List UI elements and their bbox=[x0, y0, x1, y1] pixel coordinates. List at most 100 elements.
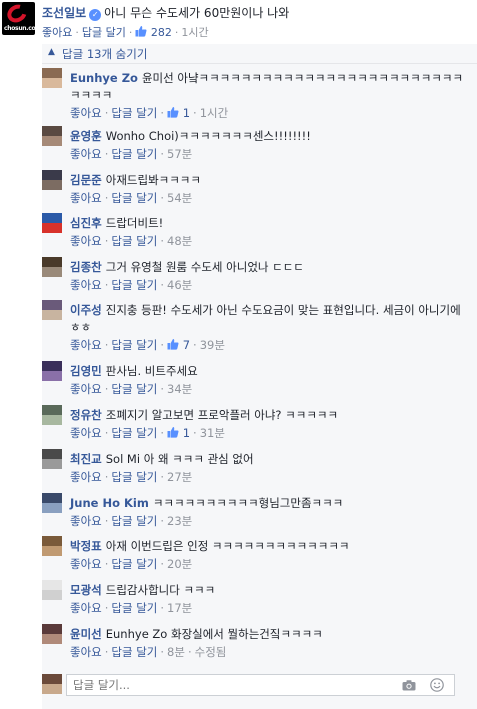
thumbs-up-icon bbox=[167, 339, 179, 350]
avatar[interactable] bbox=[42, 300, 62, 320]
comment-like-button[interactable]: 좋아요 bbox=[70, 338, 102, 352]
hide-replies-row[interactable]: ▲ 답글 13개 숨기기 bbox=[42, 44, 477, 64]
comment-time[interactable]: 23분 bbox=[167, 514, 192, 528]
comment-author[interactable]: 모광석 bbox=[70, 583, 102, 597]
avatar[interactable] bbox=[42, 405, 62, 425]
avatar[interactable] bbox=[42, 126, 62, 146]
avatar[interactable] bbox=[42, 213, 62, 233]
comment-body: 김문준 아재드립봐ㅋㅋㅋㅋ bbox=[70, 172, 470, 189]
avatar[interactable] bbox=[42, 68, 62, 88]
comment-reply-button[interactable]: 답글 달기 bbox=[111, 645, 157, 659]
comment-like-button[interactable]: 좋아요 bbox=[70, 191, 102, 205]
comment-like-button[interactable]: 좋아요 bbox=[70, 106, 102, 120]
comment-text: ㅋㅋㅋㅋㅋㅋㅋㅋㅋㅋ형님그만좀ㅋㅋㅋ bbox=[152, 496, 344, 510]
comment-author[interactable]: 김문준 bbox=[70, 173, 102, 187]
camera-icon[interactable] bbox=[402, 680, 416, 691]
comment-like-button[interactable]: 좋아요 bbox=[70, 645, 102, 659]
comment-time[interactable]: 31분 bbox=[200, 426, 225, 440]
comment-body: June Ho Kim ㅋㅋㅋㅋㅋㅋㅋㅋㅋㅋ형님그만좀ㅋㅋㅋ bbox=[70, 495, 470, 512]
post-time[interactable]: 1시간 bbox=[181, 26, 208, 39]
comment-time[interactable]: 20분 bbox=[167, 557, 192, 571]
comment-author[interactable]: 윤영훈 bbox=[70, 129, 102, 143]
post-actions: 좋아요 · 답글 달기 · 282 · 1시간 bbox=[42, 26, 209, 39]
comment-like-count[interactable]: 1 bbox=[183, 106, 190, 120]
verified-badge-icon: ✓ bbox=[89, 9, 102, 21]
comment-author[interactable]: Eunhye Zo bbox=[70, 71, 138, 85]
comment-reply-button[interactable]: 답글 달기 bbox=[111, 514, 157, 528]
avatar bbox=[42, 674, 62, 694]
reply-input[interactable] bbox=[66, 674, 455, 696]
comment-reply-button[interactable]: 답글 달기 bbox=[111, 338, 157, 352]
comment-reply-button[interactable]: 답글 달기 bbox=[111, 278, 157, 292]
post-text: 아니 무슨 수도세가 60만원이나 나와 bbox=[104, 6, 290, 20]
comment-time[interactable]: 34분 bbox=[167, 382, 192, 396]
comment-actions: 좋아요 · 답글 달기 · 1 · 31분 bbox=[70, 426, 225, 440]
like-count[interactable]: 282 bbox=[151, 26, 172, 39]
comment-like-button[interactable]: 좋아요 bbox=[70, 278, 102, 292]
comment-time[interactable]: 57분 bbox=[167, 147, 192, 161]
comment-author[interactable]: 윤미선 bbox=[70, 627, 102, 641]
comment-time[interactable]: 1시간 bbox=[200, 106, 228, 120]
comment-like-button[interactable]: 좋아요 bbox=[70, 514, 102, 528]
comment-reply-button[interactable]: 답글 달기 bbox=[111, 147, 157, 161]
comment-body: 윤미선 Eunhye Zo 화장실에서 뭘하는건짘ㅋㅋㅋㅋ bbox=[70, 626, 470, 643]
thumbs-up-icon bbox=[135, 26, 147, 37]
comment-like-count[interactable]: 1 bbox=[183, 426, 190, 440]
avatar[interactable] bbox=[42, 170, 62, 190]
comment-time[interactable]: 54분 bbox=[167, 191, 192, 205]
avatar[interactable] bbox=[42, 580, 62, 600]
like-button[interactable]: 좋아요 bbox=[42, 26, 72, 39]
comment-like-button[interactable]: 좋아요 bbox=[70, 426, 102, 440]
comment-like-button[interactable]: 좋아요 bbox=[70, 147, 102, 161]
avatar[interactable] bbox=[42, 493, 62, 513]
comment-text: 판사님. 비트주세요 bbox=[105, 364, 198, 378]
page-logo[interactable]: chosun.com bbox=[2, 2, 35, 35]
comment-author[interactable]: June Ho Kim bbox=[70, 496, 149, 510]
comment-like-button[interactable]: 좋아요 bbox=[70, 382, 102, 396]
emoji-icon[interactable] bbox=[430, 678, 444, 692]
comment-text: 아재드립봐ㅋㅋㅋㅋ bbox=[105, 173, 201, 187]
avatar[interactable] bbox=[42, 624, 62, 644]
avatar[interactable] bbox=[42, 449, 62, 469]
comment-reply-button[interactable]: 답글 달기 bbox=[111, 382, 157, 396]
comment-author[interactable]: 박정표 bbox=[70, 539, 102, 553]
comment-reply-button[interactable]: 답글 달기 bbox=[111, 426, 157, 440]
comment-actions: 좋아요 · 답글 달기 · 17분 bbox=[70, 601, 193, 615]
avatar[interactable] bbox=[42, 536, 62, 556]
comment-like-button[interactable]: 좋아요 bbox=[70, 470, 102, 484]
comment-author[interactable]: 이주성 bbox=[70, 303, 102, 317]
comment-actions: 좋아요 · 답글 달기 · 7 · 39분 bbox=[70, 338, 225, 352]
hide-replies-link[interactable]: 답글 13개 숨기기 bbox=[62, 46, 147, 62]
comment-reply-button[interactable]: 답글 달기 bbox=[111, 601, 157, 615]
comment-time[interactable]: 8분 bbox=[167, 645, 185, 659]
comment-reply-button[interactable]: 답글 달기 bbox=[111, 106, 157, 120]
comment-like-button[interactable]: 좋아요 bbox=[70, 601, 102, 615]
comment-time[interactable]: 39분 bbox=[200, 338, 225, 352]
comment-actions: 좋아요 · 답글 달기 · 1 · 1시간 bbox=[70, 106, 229, 120]
comment-time[interactable]: 27분 bbox=[167, 470, 192, 484]
comment-time[interactable]: 17분 bbox=[167, 601, 192, 615]
comment-time[interactable]: 46분 bbox=[167, 278, 192, 292]
comment-author[interactable]: 김종찬 bbox=[70, 260, 102, 274]
comment-reply-button[interactable]: 답글 달기 bbox=[111, 557, 157, 571]
comment-like-button[interactable]: 좋아요 bbox=[70, 234, 102, 248]
comment-like-button[interactable]: 좋아요 bbox=[70, 557, 102, 571]
comment-author[interactable]: 김영민 bbox=[70, 364, 102, 378]
comment-author[interactable]: 최진교 bbox=[70, 452, 102, 466]
reply-button[interactable]: 답글 달기 bbox=[82, 26, 126, 39]
comment-body: 김종찬 그거 유영철 원룸 수도세 아니었나 ㄷㄷㄷ bbox=[70, 259, 470, 276]
comment-like-count[interactable]: 7 bbox=[183, 338, 190, 352]
comment-body: 이주성 진지충 등판! 수도세가 아닌 수도요금이 맞는 표현입니다. 세금이 아… bbox=[70, 302, 470, 336]
comment-actions: 좋아요 · 답글 달기 · 8분 · 수정됨 bbox=[70, 645, 227, 659]
comment-actions: 좋아요 · 답글 달기 · 46분 bbox=[70, 278, 193, 292]
post-author[interactable]: 조선일보 bbox=[42, 6, 86, 20]
avatar[interactable] bbox=[42, 257, 62, 277]
comment-actions: 좋아요 · 답글 달기 · 54분 bbox=[70, 191, 193, 205]
comment-author[interactable]: 정유찬 bbox=[70, 408, 102, 422]
comment-author[interactable]: 심진후 bbox=[70, 216, 102, 230]
comment-reply-button[interactable]: 답글 달기 bbox=[111, 234, 157, 248]
comment-time[interactable]: 48분 bbox=[167, 234, 192, 248]
comment-reply-button[interactable]: 답글 달기 bbox=[111, 191, 157, 205]
comment-reply-button[interactable]: 답글 달기 bbox=[111, 470, 157, 484]
avatar[interactable] bbox=[42, 361, 62, 381]
